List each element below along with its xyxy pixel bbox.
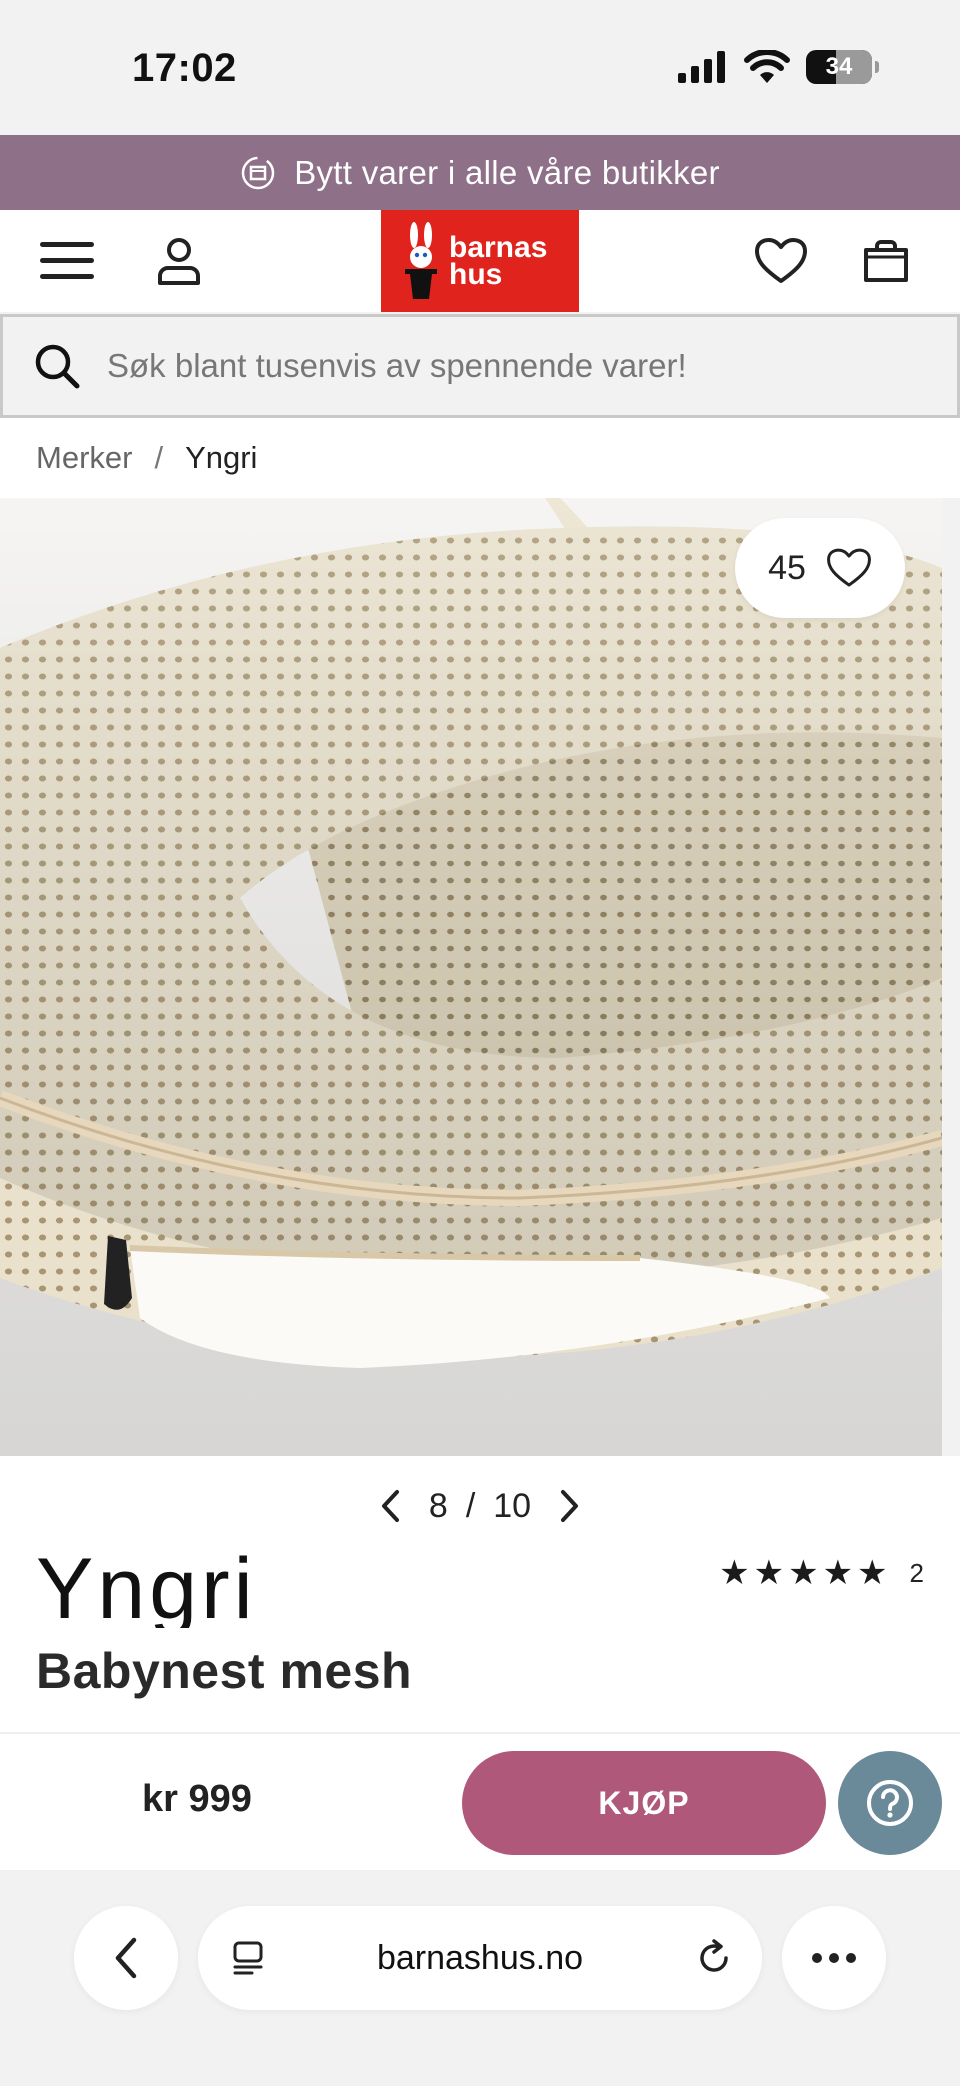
barnashus-logo[interactable]: barnas hus: [381, 210, 579, 312]
help-button[interactable]: [838, 1751, 942, 1855]
search-input[interactable]: [107, 347, 927, 385]
next-image-button[interactable]: [549, 1486, 589, 1526]
wishlist-button[interactable]: [748, 228, 814, 294]
search-icon: [35, 344, 80, 389]
star-icon: ★: [822, 1554, 854, 1592]
breadcrumb-separator: /: [154, 440, 164, 475]
heart-outline-icon: [826, 548, 871, 587]
site-header: barnas hus: [0, 210, 960, 312]
status-time: 17:02: [132, 46, 237, 90]
rabbit-hat-logo-icon: [405, 222, 437, 299]
browser-toolbar: barnashus.no: [0, 1870, 960, 2086]
yngri-wordmark: Yngri: [36, 1541, 257, 1637]
browser-back-button[interactable]: [74, 1906, 178, 2010]
chevron-right-icon: [561, 1490, 579, 1522]
product-image[interactable]: [0, 498, 942, 1456]
status-icons: 34: [678, 50, 879, 84]
product-info: 8 / 10 Yngri ★ ★ ★ ★ ★ 2 Babynest mesh: [0, 1456, 960, 1732]
cart-button[interactable]: [853, 228, 919, 294]
account-button[interactable]: [146, 228, 212, 294]
menu-button[interactable]: [34, 228, 100, 294]
battery-level: 34: [825, 53, 853, 80]
product-rating[interactable]: ★ ★ ★ ★ ★ 2: [719, 1556, 924, 1590]
pager-total: 10: [493, 1486, 532, 1525]
promo-banner[interactable]: Bytt varer i alle våre butikker: [0, 135, 960, 210]
babynest-photo: [0, 498, 942, 1456]
buy-button[interactable]: KJØP: [462, 1751, 826, 1855]
chevron-left-icon: [381, 1490, 399, 1522]
exchange-box-icon: [241, 156, 275, 189]
more-dots-icon: [812, 1953, 856, 1963]
breadcrumb: Merker / Yngri: [0, 418, 960, 498]
url-text: barnashus.no: [376, 1938, 584, 1977]
image-pager: 8 / 10: [0, 1486, 960, 1526]
brand-logo-yngri[interactable]: Yngri: [36, 1541, 276, 1637]
logo-wordmark: barnas hus: [449, 231, 548, 291]
breadcrumb-current[interactable]: Yngri: [185, 440, 257, 476]
browser-more-button[interactable]: [782, 1906, 886, 2010]
pager-separator: /: [465, 1486, 476, 1525]
battery-icon: 34: [806, 50, 879, 84]
rating-count: 2: [909, 1557, 924, 1588]
status-bar: 17:02 34: [0, 0, 960, 135]
buy-bar: kr 999 KJØP: [0, 1732, 960, 1870]
svg-text:Yngri: Yngri: [36, 1548, 257, 1628]
shopping-bag-icon: [864, 240, 908, 282]
like-count: 45: [768, 548, 806, 587]
star-icon: ★: [753, 1554, 785, 1592]
pager-current: 8: [428, 1486, 448, 1525]
wifi-icon: [744, 50, 790, 83]
breadcrumb-link-merker[interactable]: Merker: [36, 440, 132, 476]
user-icon: [158, 238, 200, 285]
chevron-left-icon: [115, 1937, 137, 1979]
signal-icon: [678, 51, 725, 83]
hamburger-menu-icon: [40, 242, 94, 279]
heart-icon: [755, 238, 807, 283]
previous-image-button[interactable]: [371, 1486, 411, 1526]
product-title: Babynest mesh: [36, 1643, 413, 1699]
search-bar[interactable]: [0, 314, 960, 418]
like-button[interactable]: 45: [735, 518, 905, 618]
star-icon: ★: [788, 1554, 819, 1592]
reload-icon[interactable]: [694, 1938, 734, 1978]
address-bar[interactable]: barnashus.no: [198, 1906, 762, 2010]
promo-text: Bytt varer i alle våre butikker: [294, 153, 720, 191]
star-icon: ★: [719, 1554, 750, 1592]
star-icon: ★: [857, 1554, 888, 1592]
question-circle-icon: [867, 1780, 913, 1826]
product-price: kr 999: [142, 1778, 252, 1820]
